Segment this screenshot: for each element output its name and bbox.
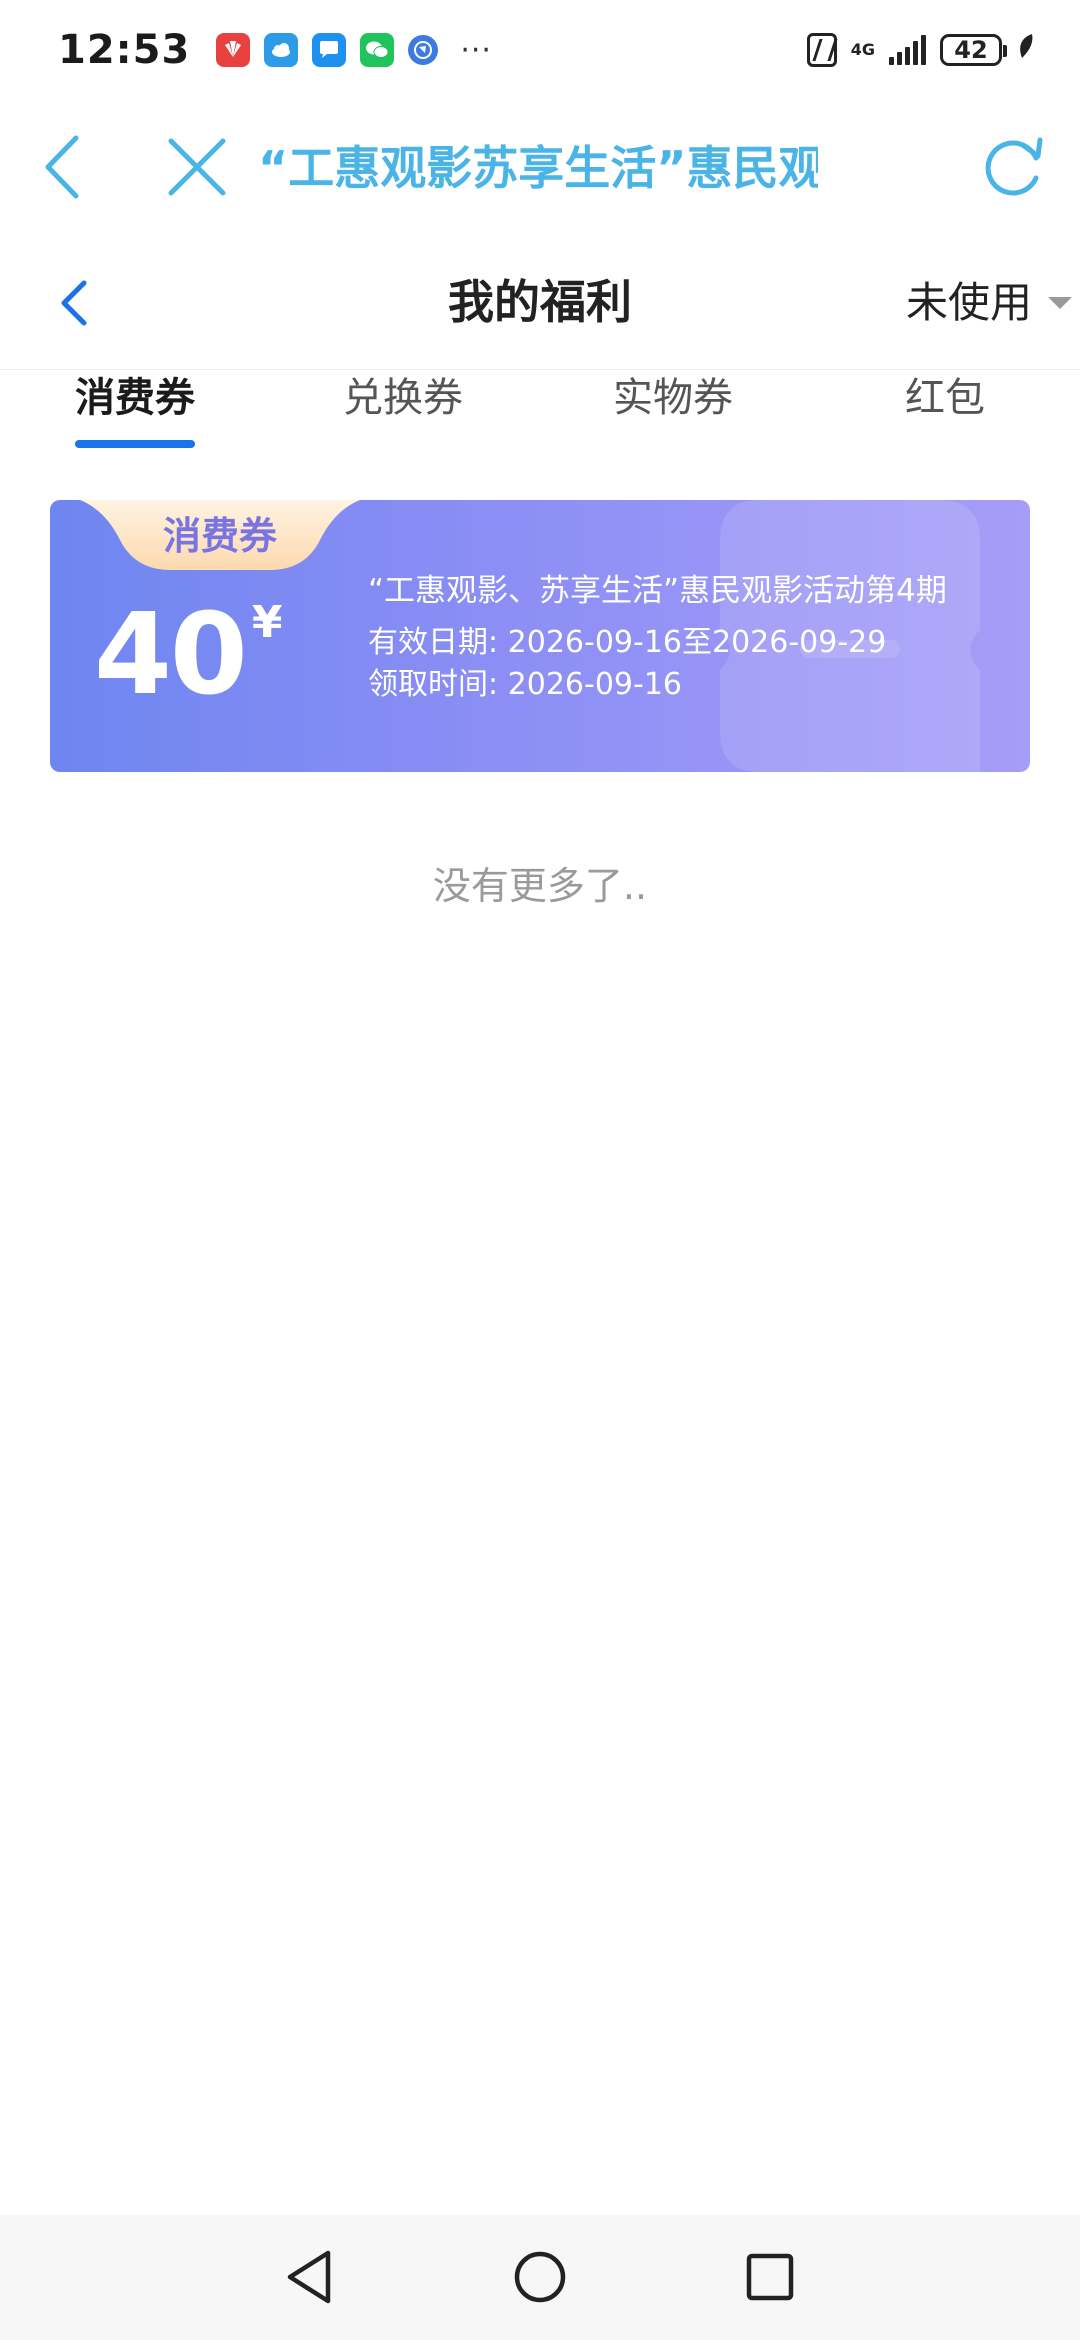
clock: 12:53 bbox=[58, 27, 191, 73]
refresh-icon[interactable] bbox=[980, 134, 1046, 200]
status-bar: 12:53 ··· 4G 42 bbox=[0, 0, 1080, 100]
validity-label: 有效日期: bbox=[368, 625, 499, 660]
coupon-received: 领取时间: 2026-09-16 bbox=[368, 664, 1008, 706]
tab-exchange-coupon[interactable]: 兑换券 bbox=[343, 370, 463, 470]
received-label: 领取时间: bbox=[368, 667, 499, 702]
browser-bar: “工惠观影苏享生活”惠民观影活动 bbox=[0, 100, 1080, 235]
coupon-info: “工惠观影、苏享生活”惠民观影活动第4期 有效日期: 2026-09-16至20… bbox=[368, 570, 1008, 706]
coupon-tabs: 消费券 兑换券 实物券 红包 bbox=[0, 370, 1080, 470]
browser-page-title: “工惠观影苏享生活”惠民观影活动 bbox=[258, 141, 818, 195]
coupon-title: “工惠观影、苏享生活”惠民观影活动第4期 bbox=[368, 573, 947, 609]
status-filter-label: 未使用 bbox=[906, 277, 1033, 327]
browser-back-icon[interactable] bbox=[38, 132, 88, 202]
nav-recents-icon[interactable] bbox=[738, 2245, 802, 2309]
cloud-app-icon bbox=[264, 33, 299, 67]
coupon-meta: 有效日期: 2026-09-16至2026-09-29 领取时间: 2026-0… bbox=[368, 622, 1008, 706]
wechat-app-icon bbox=[360, 33, 395, 67]
power-saving-leaf-icon bbox=[1016, 32, 1036, 69]
tab-physical-coupon[interactable]: 实物券 bbox=[613, 370, 733, 470]
nav-back-icon[interactable] bbox=[278, 2245, 342, 2309]
nfc-icon bbox=[806, 33, 837, 67]
coupon-card[interactable]: 消费券 40 ¥ “工惠观影、苏享生活”惠民观影活动第4期 有效日期: 2026… bbox=[50, 500, 1030, 772]
message-app-icon bbox=[312, 33, 347, 67]
system-nav-bar bbox=[0, 2215, 1080, 2340]
status-right: 4G 42 bbox=[806, 32, 1036, 69]
network-type: 4G bbox=[850, 40, 875, 59]
validity-value: 2026-09-16至2026-09-29 bbox=[507, 625, 887, 660]
no-more-hint: 没有更多了.. bbox=[432, 864, 648, 908]
status-left: 12:53 ··· bbox=[58, 27, 492, 73]
coupon-amount: 40 ¥ bbox=[94, 595, 282, 725]
active-tab-indicator bbox=[75, 440, 195, 448]
huawei-app-icon bbox=[216, 33, 251, 67]
tab-red-packet[interactable]: 红包 bbox=[905, 370, 985, 470]
currency-symbol: ¥ bbox=[251, 597, 283, 648]
chevron-down-icon bbox=[1048, 296, 1073, 309]
browser-close-icon[interactable] bbox=[165, 135, 229, 199]
battery-icon: 42 bbox=[940, 34, 1007, 66]
tab-consumption-coupon[interactable]: 消费券 bbox=[75, 370, 195, 470]
coupon-amount-value: 40 bbox=[94, 590, 248, 720]
signal-icon bbox=[889, 35, 926, 65]
coupon-tag-label: 消费券 bbox=[162, 514, 277, 558]
nav-home-icon[interactable] bbox=[508, 2245, 572, 2309]
coupon-validity: 有效日期: 2026-09-16至2026-09-29 bbox=[368, 622, 1008, 664]
browser-app-icon bbox=[408, 35, 439, 65]
page-header: 我的福利 未使用 bbox=[0, 235, 1080, 370]
back-icon[interactable] bbox=[56, 277, 92, 329]
received-value: 2026-09-16 bbox=[507, 667, 683, 702]
status-filter-dropdown[interactable]: 未使用 bbox=[906, 235, 1073, 370]
more-notifications-icon: ··· bbox=[460, 32, 492, 68]
